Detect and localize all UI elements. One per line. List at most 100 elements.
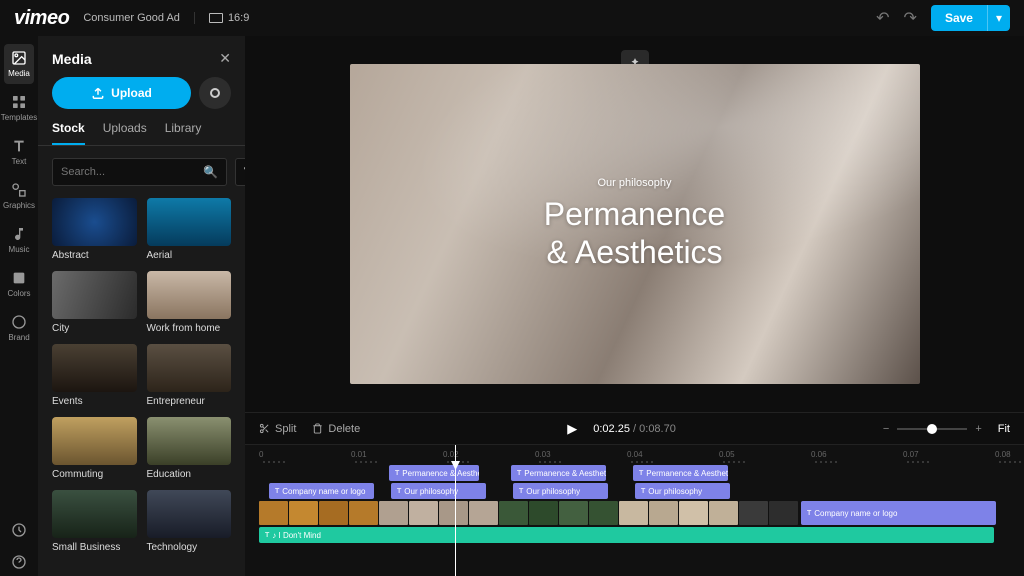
- timeline-clip[interactable]: Our philosophy: [513, 483, 608, 499]
- rail-help[interactable]: [4, 548, 34, 576]
- zoom-in-button[interactable]: +: [975, 423, 981, 435]
- delete-button[interactable]: Delete: [312, 423, 360, 435]
- rail-graphics[interactable]: Graphics: [4, 176, 34, 216]
- panel-title: Media: [52, 51, 92, 67]
- category-card[interactable]: Technology: [147, 490, 232, 553]
- aspect-label: 16:9: [228, 12, 249, 24]
- video-frame[interactable]: [559, 501, 588, 525]
- media-tabs: Stock Uploads Library: [38, 121, 245, 146]
- video-frame[interactable]: [259, 501, 288, 525]
- video-frame[interactable]: [379, 501, 408, 525]
- split-button[interactable]: Split: [259, 423, 296, 435]
- video-frame[interactable]: [469, 501, 498, 525]
- rail-text[interactable]: Text: [4, 132, 34, 172]
- close-icon[interactable]: ✕: [219, 50, 231, 67]
- left-rail: Media Templates Text Graphics Music Colo…: [0, 36, 38, 576]
- save-dropdown[interactable]: ▾: [987, 5, 1010, 31]
- timeline[interactable]: 00.010.020.030.040.050.060.070.08 Perman…: [245, 444, 1024, 576]
- fit-button[interactable]: Fit: [998, 423, 1010, 435]
- category-grid: Abstract Aerial CityWork from home Events En…: [38, 198, 245, 576]
- timeline-clip[interactable]: Company name or logo: [269, 483, 374, 499]
- zoom-slider[interactable]: [897, 428, 967, 430]
- video-frame[interactable]: [619, 501, 648, 525]
- upload-button[interactable]: Upload: [52, 77, 191, 109]
- audio-clip[interactable]: ♪ I Don't Mind: [259, 527, 994, 543]
- category-label: Events: [52, 396, 137, 407]
- preview-title: Permanence& Aesthetics: [544, 195, 725, 272]
- zoom-control: − +: [883, 423, 982, 435]
- category-card[interactable]: Aerial: [147, 198, 232, 261]
- video-frame[interactable]: [769, 501, 798, 525]
- category-card[interactable]: Entrepreneur: [147, 344, 232, 407]
- category-label: Small Business: [52, 542, 137, 553]
- undo-button[interactable]: ↶: [876, 8, 889, 28]
- rail-colors[interactable]: Colors: [4, 264, 34, 304]
- category-card[interactable]: Abstract: [52, 198, 137, 261]
- media-type-filter[interactable]: Video ▾: [235, 158, 245, 186]
- video-frame[interactable]: [409, 501, 438, 525]
- video-frame[interactable]: [499, 501, 528, 525]
- top-bar: vimeo Consumer Good Ad 16:9 ↶ ↷ Save ▾: [0, 0, 1024, 36]
- video-frame[interactable]: [589, 501, 618, 525]
- playhead[interactable]: [455, 445, 456, 576]
- tab-stock[interactable]: Stock: [52, 121, 85, 145]
- tab-uploads[interactable]: Uploads: [103, 121, 147, 145]
- audio-track[interactable]: ♪ I Don't Mind: [259, 527, 1010, 543]
- timeline-clip[interactable]: Permanence & Aesthetics: [511, 465, 606, 481]
- video-frame[interactable]: [649, 501, 678, 525]
- redo-button[interactable]: ↷: [904, 8, 917, 28]
- upload-label: Upload: [111, 86, 152, 100]
- video-frame[interactable]: [529, 501, 558, 525]
- category-label: Aerial: [147, 250, 232, 261]
- subtitle-track[interactable]: Company name or logo Our philosophy Our ph…: [259, 483, 1010, 499]
- stage: Our philosophy Permanence& Aesthetics Sp…: [245, 36, 1024, 576]
- category-card[interactable]: Education: [147, 417, 232, 480]
- zoom-out-button[interactable]: −: [883, 423, 889, 435]
- category-label: Commuting: [52, 469, 137, 480]
- timeline-clip[interactable]: Our philosophy: [635, 483, 730, 499]
- video-frame[interactable]: [349, 501, 378, 525]
- timeline-clip[interactable]: Our philosophy: [391, 483, 486, 499]
- category-card[interactable]: Events: [52, 344, 137, 407]
- rail-media[interactable]: Media: [4, 44, 34, 84]
- timeline-ruler[interactable]: 00.010.020.030.040.050.060.070.08: [245, 445, 1024, 463]
- search-box[interactable]: 🔍: [52, 158, 227, 186]
- category-card[interactable]: Small Business: [52, 490, 137, 553]
- video-track[interactable]: Company name or logo: [259, 501, 1010, 525]
- aspect-ratio[interactable]: 16:9: [194, 12, 249, 24]
- rail-templates[interactable]: Templates: [4, 88, 34, 128]
- category-card[interactable]: City: [52, 271, 137, 334]
- timeline-clip[interactable]: Company name or logo: [801, 501, 996, 525]
- save-button[interactable]: Save: [931, 5, 987, 31]
- logo: vimeo: [14, 7, 69, 30]
- category-thumb: [147, 271, 232, 319]
- category-card[interactable]: Work from home: [147, 271, 232, 334]
- timeline-clip[interactable]: Permanence & Aesthetics: [633, 465, 728, 481]
- project-title[interactable]: Consumer Good Ad: [83, 12, 180, 24]
- tab-library[interactable]: Library: [165, 121, 202, 145]
- category-thumb: [52, 344, 137, 392]
- search-input[interactable]: [61, 166, 203, 178]
- play-button[interactable]: ▶: [567, 421, 577, 437]
- video-frame[interactable]: [739, 501, 768, 525]
- timeline-controls: Split Delete ▶ 0:02.25 / 0:08.70 − + Fit: [245, 412, 1024, 444]
- video-frame[interactable]: [319, 501, 348, 525]
- rail-speed[interactable]: [4, 516, 34, 544]
- category-label: Entrepreneur: [147, 396, 232, 407]
- rail-music[interactable]: Music: [4, 220, 34, 260]
- search-icon[interactable]: 🔍: [203, 165, 218, 179]
- video-frame[interactable]: [439, 501, 468, 525]
- category-card[interactable]: Commuting: [52, 417, 137, 480]
- video-frame[interactable]: [709, 501, 738, 525]
- category-thumb: [52, 417, 137, 465]
- rail-brand[interactable]: Brand: [4, 308, 34, 348]
- category-thumb: [147, 344, 232, 392]
- time-display: 0:02.25 / 0:08.70: [593, 423, 676, 435]
- timeline-clip[interactable]: Permanence & Aesthetics: [389, 465, 479, 481]
- record-button[interactable]: [199, 77, 231, 109]
- video-frame[interactable]: [289, 501, 318, 525]
- category-thumb: [147, 490, 232, 538]
- video-frame[interactable]: [679, 501, 708, 525]
- video-preview[interactable]: Our philosophy Permanence& Aesthetics: [350, 64, 920, 384]
- title-track[interactable]: Permanence & Aesthetics Permanence & Aest…: [259, 465, 1010, 481]
